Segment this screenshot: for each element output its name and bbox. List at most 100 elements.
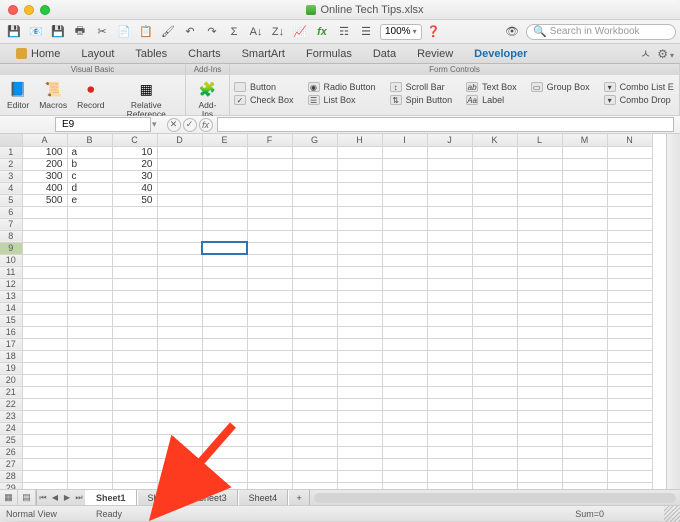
sheet-tab-4[interactable]: Sheet4 xyxy=(238,490,289,506)
cell[interactable]: e xyxy=(67,194,112,206)
cell[interactable] xyxy=(22,374,67,386)
fc-combo-drop[interactable]: ▾Combo Drop xyxy=(604,94,674,106)
cell[interactable] xyxy=(292,374,337,386)
sheet-nav-last[interactable]: ⏭ xyxy=(73,490,85,506)
cell[interactable] xyxy=(22,290,67,302)
cell[interactable] xyxy=(472,194,517,206)
cell[interactable] xyxy=(517,326,562,338)
sort-desc-icon[interactable]: Z↓ xyxy=(268,23,288,41)
name-box-dropdown[interactable]: ▾ xyxy=(152,119,157,130)
cell[interactable] xyxy=(337,182,382,194)
cell[interactable] xyxy=(382,206,427,218)
cell[interactable] xyxy=(337,470,382,482)
cell[interactable] xyxy=(517,266,562,278)
col-header-I[interactable]: I xyxy=(382,134,427,146)
cell[interactable]: 50 xyxy=(112,194,157,206)
col-header-M[interactable]: M xyxy=(562,134,607,146)
cell[interactable] xyxy=(247,470,292,482)
cell[interactable] xyxy=(472,422,517,434)
row-header[interactable]: 8 xyxy=(0,230,22,242)
cell[interactable] xyxy=(382,410,427,422)
cell[interactable] xyxy=(427,470,472,482)
eye-icon[interactable]: ☰ xyxy=(356,23,376,41)
cell[interactable] xyxy=(157,314,202,326)
col-header-G[interactable]: G xyxy=(292,134,337,146)
tab-data[interactable]: Data xyxy=(363,44,407,64)
cell[interactable] xyxy=(67,338,112,350)
cell[interactable] xyxy=(22,458,67,470)
cell[interactable] xyxy=(337,158,382,170)
row-header[interactable]: 9 xyxy=(0,242,22,254)
cell[interactable] xyxy=(607,434,652,446)
cell[interactable] xyxy=(427,254,472,266)
formula-cancel-button[interactable]: ✕ xyxy=(167,118,181,132)
col-header-F[interactable]: F xyxy=(247,134,292,146)
zoom-input[interactable]: 100%▾ xyxy=(380,24,422,40)
cell[interactable] xyxy=(157,194,202,206)
cell[interactable] xyxy=(427,170,472,182)
cell[interactable] xyxy=(382,242,427,254)
cell[interactable] xyxy=(427,302,472,314)
cell[interactable] xyxy=(112,314,157,326)
cell[interactable] xyxy=(427,218,472,230)
cell[interactable] xyxy=(517,182,562,194)
add-sheet-button[interactable]: + xyxy=(288,490,310,506)
cell[interactable] xyxy=(157,326,202,338)
cell[interactable] xyxy=(472,242,517,254)
cell[interactable] xyxy=(247,158,292,170)
cell[interactable] xyxy=(607,290,652,302)
row-header[interactable]: 27 xyxy=(0,458,22,470)
cell[interactable] xyxy=(562,458,607,470)
row-header[interactable]: 25 xyxy=(0,434,22,446)
mail-icon[interactable]: 📧 xyxy=(26,23,46,41)
cell[interactable] xyxy=(562,194,607,206)
cell[interactable] xyxy=(562,206,607,218)
cell[interactable] xyxy=(427,278,472,290)
row-header[interactable]: 7 xyxy=(0,218,22,230)
cell[interactable] xyxy=(247,314,292,326)
cell[interactable] xyxy=(157,410,202,422)
cell[interactable] xyxy=(562,146,607,158)
row-header[interactable]: 20 xyxy=(0,374,22,386)
cell[interactable] xyxy=(472,362,517,374)
cell[interactable] xyxy=(112,386,157,398)
cell[interactable] xyxy=(472,182,517,194)
cell[interactable] xyxy=(607,386,652,398)
cell[interactable] xyxy=(337,302,382,314)
row-header[interactable]: 12 xyxy=(0,278,22,290)
cell[interactable] xyxy=(67,446,112,458)
cell[interactable] xyxy=(202,374,247,386)
cell[interactable] xyxy=(337,386,382,398)
cell[interactable] xyxy=(22,326,67,338)
cell[interactable] xyxy=(247,362,292,374)
cell[interactable] xyxy=(292,254,337,266)
cell[interactable] xyxy=(202,398,247,410)
cell[interactable] xyxy=(607,278,652,290)
cell[interactable] xyxy=(562,314,607,326)
cell[interactable] xyxy=(427,266,472,278)
cell[interactable] xyxy=(67,482,112,489)
cell[interactable] xyxy=(607,338,652,350)
cell[interactable] xyxy=(67,230,112,242)
vb-editor-button[interactable]: 📘Editor xyxy=(4,77,32,111)
cell[interactable] xyxy=(472,230,517,242)
cell[interactable] xyxy=(517,338,562,350)
resize-handle[interactable] xyxy=(664,506,680,522)
cell[interactable] xyxy=(472,170,517,182)
cell[interactable] xyxy=(202,170,247,182)
fc-textbox[interactable]: abText Box xyxy=(466,81,517,93)
cell[interactable] xyxy=(247,338,292,350)
cell[interactable] xyxy=(517,470,562,482)
fc-combo-list[interactable]: ▾Combo List E xyxy=(604,81,674,93)
collapse-ribbon-icon[interactable]: ㅅ xyxy=(640,45,657,62)
cell[interactable] xyxy=(472,446,517,458)
row-header[interactable]: 2 xyxy=(0,158,22,170)
cell[interactable] xyxy=(517,290,562,302)
cell[interactable] xyxy=(292,314,337,326)
cell[interactable] xyxy=(157,206,202,218)
cell[interactable] xyxy=(247,278,292,290)
cell[interactable] xyxy=(247,398,292,410)
cell[interactable] xyxy=(22,422,67,434)
cell[interactable] xyxy=(472,146,517,158)
cell[interactable] xyxy=(247,290,292,302)
